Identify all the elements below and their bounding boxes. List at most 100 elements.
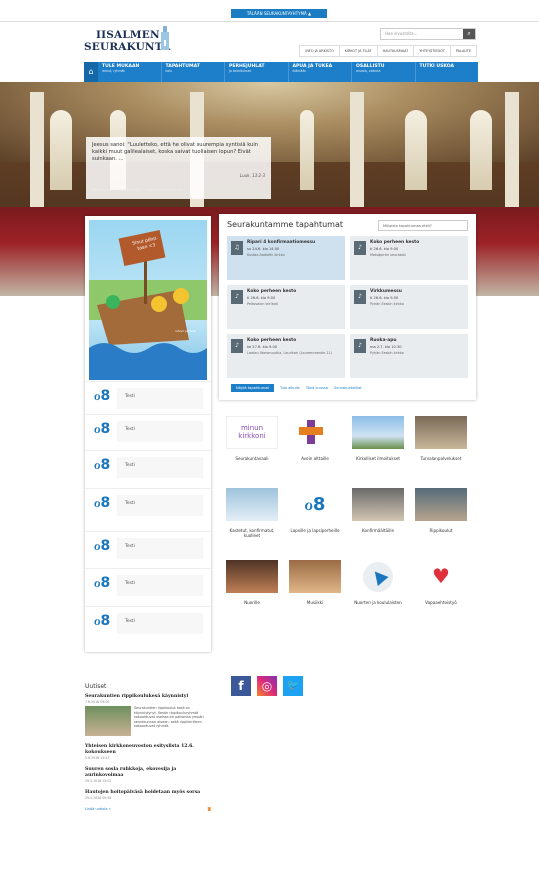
event-card[interactable]: ♪ Koko perheen kesto ke 27.6. klo 9.00 Laat…	[227, 334, 345, 378]
tile-avoin-alttari[interactable]: Avoin alttaille	[289, 416, 341, 461]
logo-line-1: IISALMEN	[96, 29, 160, 41]
event-card[interactable]: ♪ Virkkumessu ti 26.6. klo 9.00 Pyhän Eeski…	[350, 285, 468, 329]
heart-icon: ♥	[415, 560, 467, 593]
nav-item-tutki-uskoa[interactable]: TUTKI USKOA	[416, 62, 479, 82]
event-title: Ripari 4 konfirmaatiomessu	[247, 240, 316, 245]
event-icon: ♫	[231, 241, 243, 255]
events-link[interactable]: Tulo alkulle	[280, 386, 300, 390]
news-date: 7.6.2018 09:00	[85, 700, 110, 704]
event-date: ti 26.6. klo 9.00	[370, 247, 399, 251]
tile-label: Rippikoulut	[429, 528, 453, 533]
search-icon[interactable]: ⌕	[463, 29, 475, 39]
quick-link[interactable]: ℴ8 Testi	[85, 568, 211, 601]
event-title: Koko perheen kesto	[247, 289, 297, 294]
nav-item-apua[interactable]: APUA JA TUKEA elämään	[289, 62, 352, 82]
quick-link-label: Testi	[125, 581, 135, 586]
quick-link[interactable]: ℴ8 Testi	[85, 450, 211, 483]
toggle-header-button[interactable]: TÄLÄÄN SEURAKUNTAYHTYMÄ ▲	[231, 9, 327, 18]
event-date: ma 2.7. klo 10.30	[370, 345, 402, 349]
nav-item-tule-mukaan[interactable]: TULE MUKAAN lamut, ryhmät	[98, 62, 162, 82]
quick-link[interactable]: ℴ8 Testi	[85, 606, 211, 639]
rss-icon[interactable]: ◙	[208, 807, 212, 811]
family-icon: ℴ8	[94, 457, 111, 473]
events-title: Seurakuntamme tapahtumat	[227, 220, 344, 229]
quick-link-label: Testi	[125, 501, 135, 506]
minun-kirkkoni-logo: minun kirkkoni	[226, 416, 278, 449]
event-card[interactable]: ♪ Ruoka-apu ma 2.7. klo 10.30 Pyhän Eeskin …	[350, 334, 468, 378]
tile-turvalanpalvelukset[interactable]: Turvalanpalvelukset	[415, 416, 467, 461]
news-title[interactable]: Suuren sosla ruhkkoja, ekovesija ja auri…	[85, 767, 211, 779]
tile-vapaaehtoistyo[interactable]: ♥ Vapaaehtoistyö	[415, 560, 467, 605]
quote-link[interactable]: Jumalanpalvelukset	[146, 188, 182, 192]
summer-poster[interactable]: Sinut pöhti- taan <3 rotovir Jokilehti	[89, 220, 207, 380]
photo-icon	[226, 560, 278, 593]
facebook-icon[interactable]: f	[231, 676, 251, 696]
twitter-icon[interactable]: 🐦	[283, 676, 303, 696]
home-icon[interactable]: ⌂	[84, 62, 98, 82]
show-events-button[interactable]: Näytä tapahtumat	[231, 384, 274, 392]
family-icon: ℴ8	[94, 388, 111, 404]
instagram-icon[interactable]: ◎	[257, 676, 277, 696]
nav-sub: ja toimitukset	[229, 69, 251, 73]
news-title[interactable]: Yhteisen kirkkoneuvoston esityslista 12.…	[85, 744, 211, 756]
event-card[interactable]: ♫ Ripari 4 konfirmaatiomessu su 24.6. klo …	[227, 236, 345, 280]
tile-musiikki[interactable]: Musiikki	[289, 560, 341, 605]
news-item[interactable]: Hautojen hoitopäiväsä hoidetaan myös sor…	[85, 790, 211, 800]
tile-label: Vapaaehtoistyö	[425, 600, 457, 605]
tile-kirkolliset[interactable]: Kirkolliset ilmoitukset	[352, 416, 404, 461]
quick-link[interactable]: ℴ8 Testi	[85, 531, 211, 564]
search-input[interactable]: Hae sivustolta...	[385, 31, 417, 36]
tile-rippikoulut[interactable]: Rippikoulut	[415, 488, 467, 533]
tile-label: Kastetut, konfirmatut, kuolleet	[229, 528, 275, 538]
tile-lapsille[interactable]: ℴ8 Lapsille ja lapsiperheille	[289, 488, 341, 533]
more-news-link[interactable]: Lisää uutisia »	[85, 807, 111, 811]
quote-link[interactable]: Raamattu	[92, 188, 110, 192]
util-link-palaute[interactable]: PALAUTE	[451, 46, 476, 56]
hero-window	[50, 110, 72, 190]
family-icon: ℴ8	[94, 421, 111, 437]
event-icon: ♪	[354, 290, 366, 304]
tile-label: Lapsille ja lapsiperheille	[290, 528, 340, 533]
nav-sub: avusta, vaikuta	[356, 69, 381, 73]
nav-sub: elämään	[292, 69, 307, 73]
news-item[interactable]: Seurakuntien rippikoulukesä käynnistyi 7…	[85, 694, 211, 736]
arrow-icon	[352, 560, 404, 593]
quick-link[interactable]: ℴ8 Testi	[85, 488, 211, 521]
photo-icon	[352, 488, 404, 521]
quick-link[interactable]: ℴ8 Testi	[85, 414, 211, 447]
social-links: f ◎ 🐦	[231, 676, 303, 696]
event-place: Peltosalon leirikoti	[247, 302, 278, 306]
tile-nuorten-ja-koululaisten[interactable]: Nuorten ja koululaisten	[352, 560, 404, 605]
hero-pillar	[30, 92, 44, 222]
event-card[interactable]: ♪ Koko perheen kesto ti 26.6. klo 9.00 Mets…	[350, 236, 468, 280]
util-link-kirkot[interactable]: KIRKOT JA TILAT	[340, 46, 378, 56]
quick-link[interactable]: ℴ8 Testi	[85, 381, 211, 414]
event-card[interactable]: ♪ Koko perheen kesto ti 26.6. klo 9.00 Pelt…	[227, 285, 345, 329]
nav-item-perhejuhlat[interactable]: PERHEJUHLAT ja toimitukset	[225, 62, 289, 82]
news-excerpt: Seurakuntien rippikoulut kesä on käynnis…	[134, 706, 204, 729]
event-date: ti 26.6. klo 9.00	[247, 296, 276, 300]
site-logo[interactable]: IISALMEN SEURAKUNTA	[84, 26, 184, 62]
quote-links: Raamattu Evankeliumi Jumalanpalvelukset	[92, 188, 183, 192]
news-item[interactable]: Suuren sosla ruhkkoja, ekovesija ja auri…	[85, 767, 211, 783]
tile-konfirmaatille[interactable]: Konfirmäältäille	[352, 488, 404, 533]
tile-kastetut[interactable]: Kastetut, konfirmatut, kuolleet	[226, 488, 278, 538]
search-box[interactable]: Hae sivustolta... ⌕	[380, 28, 476, 40]
events-link[interactable]: Tänä kuussa	[306, 386, 328, 390]
event-title: Koko perheen kesto	[247, 338, 297, 343]
tile-label: Kirkolliset ilmoitukset	[356, 456, 400, 461]
photo-icon	[352, 416, 404, 449]
util-link-info[interactable]: INFO JA ARKISTO	[300, 46, 340, 56]
quote-link[interactable]: Evankeliumi	[117, 188, 139, 192]
news-item[interactable]: Yhteisen kirkkoneuvoston esityslista 12.…	[85, 744, 211, 760]
util-link-yhteystiedot[interactable]: YHTEYSTIEDOT	[414, 46, 451, 56]
tile-nuorille[interactable]: Nuorille	[226, 560, 278, 605]
events-link[interactable]: Seurakuntatilat	[334, 386, 362, 390]
event-title: Ruoka-apu	[370, 338, 397, 343]
event-type-select[interactable]: Millaista tapahtumaa etsit?	[378, 220, 468, 231]
nav-item-osallistu[interactable]: OSALLISTU avusta, vaikuta	[352, 62, 416, 82]
util-link-hautausmaat[interactable]: HAUTAUSMAAT	[378, 46, 415, 56]
tile-seurakuntavaali[interactable]: minun kirkkoni Seurakuntavaali	[226, 416, 278, 461]
nav-item-tapahtumat[interactable]: TAPAHTUMAT kalu	[162, 62, 225, 82]
poster-credit: rotovir Jokilehti	[175, 329, 197, 333]
